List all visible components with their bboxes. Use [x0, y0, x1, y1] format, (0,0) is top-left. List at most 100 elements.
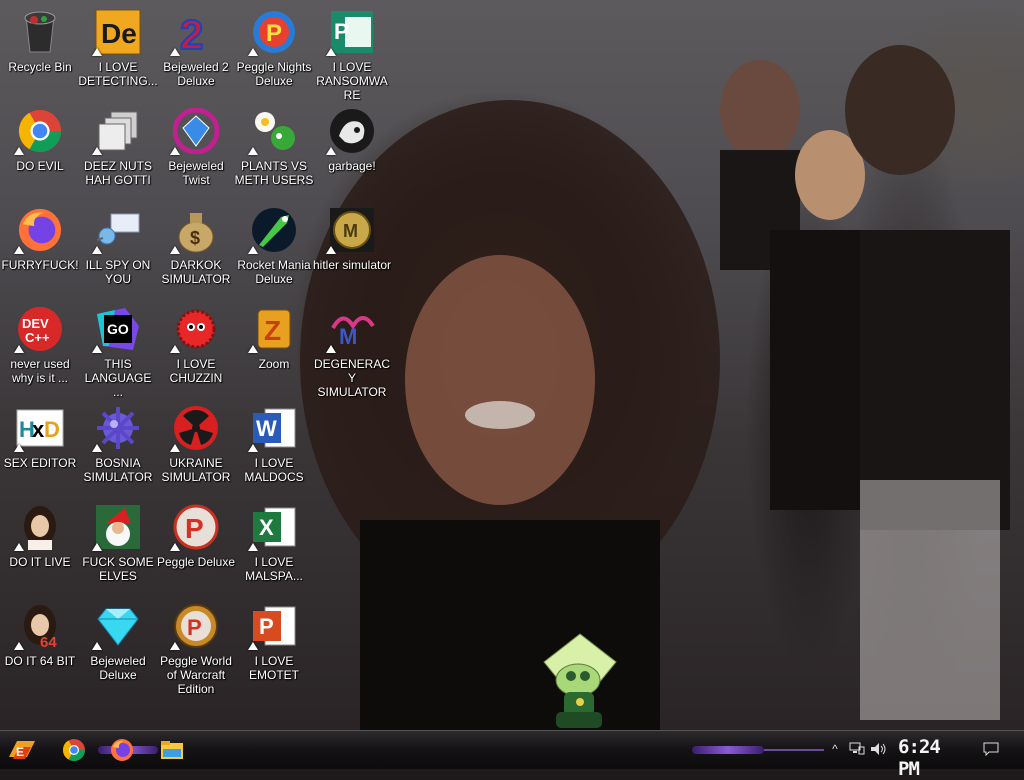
shortcut-arrow-icon — [92, 147, 102, 155]
desktop-icon-devcpp[interactable]: DEV C++ never used why is it ... — [0, 301, 80, 397]
firefox-icon — [111, 739, 133, 761]
desktop-icon-degeneracy[interactable]: M DEGENERACY SIMULATOR — [312, 301, 392, 399]
desktop-icon-label: Bejeweled 2 Deluxe — [163, 60, 229, 88]
svg-text:X: X — [259, 515, 274, 540]
desktop-icon-rocket-mania[interactable]: Rocket Mania Deluxe — [234, 202, 314, 298]
shortcut-arrow-icon — [14, 345, 24, 353]
desktop-icon-label: I LOVE MALDOCS — [244, 456, 304, 484]
start-button[interactable]: E — [4, 735, 40, 765]
desktop-icon-money-bag[interactable]: $ DARKOK SIMULATOR — [156, 202, 236, 298]
desktop-icon-windows-stack[interactable]: DEEZ NUTS HAH GOTTI — [78, 103, 158, 199]
desktop-icon-peggle-wow[interactable]: P Peggle World of Warcraft Edition — [156, 598, 236, 696]
desktop-icon-label: DEEZ NUTS HAH GOTTI — [83, 159, 152, 187]
desktop-icon-label: DO IT LIVE — [9, 555, 71, 569]
desktop-icon-label: DEGENERACY SIMULATOR — [313, 357, 390, 399]
desktop-icon-zuma[interactable]: Z Zoom — [234, 301, 314, 397]
taskbar-chrome-button[interactable] — [56, 735, 92, 765]
shortcut-arrow-icon — [248, 147, 258, 155]
chrome-icon — [63, 739, 85, 761]
shortcut-arrow-icon — [14, 444, 24, 452]
desktop-icon-label: Peggle Nights Deluxe — [236, 60, 312, 88]
desktop-icon-label: Recycle Bin — [8, 60, 72, 74]
desktop-icon-bejeweled2[interactable]: 2 Bejeweled 2 Deluxe — [156, 4, 236, 100]
shortcut-arrow-icon — [92, 246, 102, 254]
taskbar-decoration-bar — [692, 746, 764, 754]
desktop-icon-powerpoint[interactable]: P I LOVE EMOTET — [234, 598, 314, 694]
shortcut-arrow-icon — [14, 147, 24, 155]
svg-text:M: M — [343, 221, 358, 241]
shortcut-arrow-icon — [248, 246, 258, 254]
taskbar-clock[interactable]: 6:24 PM — [898, 736, 968, 780]
desktop-icon-excel[interactable]: X I LOVE MALSPA... — [234, 499, 314, 595]
svg-text:2: 2 — [180, 11, 203, 55]
desktop-icon-label: FUCK SOME ELVES — [82, 555, 154, 583]
desktop-icon-garbage[interactable]: garbage! — [312, 103, 392, 199]
svg-text:GO: GO — [107, 321, 129, 337]
desktop-icon-plants[interactable]: PLANTS VS METH USERS — [234, 103, 314, 199]
desktop-icon-label: Zoom — [258, 357, 290, 371]
desktop-icon-firefox[interactable]: FURRYFUCK! — [0, 202, 80, 298]
notification-icon[interactable] — [982, 742, 1000, 756]
shortcut-arrow-icon — [170, 147, 180, 155]
peridot-mascot[interactable] — [538, 632, 622, 730]
desktop-icon-mine[interactable]: BOSNIA SIMULATOR — [78, 400, 158, 496]
desktop-icon-label: DO EVIL — [16, 159, 64, 173]
desktop-icon-santa[interactable]: FUCK SOME ELVES — [78, 499, 158, 595]
shortcut-arrow-icon — [14, 246, 24, 254]
desktop-icon-hxd[interactable]: Hx D SEX EDITOR — [0, 400, 80, 496]
desktop-icon-label: DARKOK SIMULATOR — [161, 258, 231, 286]
desktop-icon-label: DO IT 64 BIT — [4, 654, 76, 668]
desktop-icon-coin[interactable]: Mhitler simulator — [312, 202, 392, 298]
svg-text:P: P — [185, 513, 204, 544]
desktop-icon-peggle[interactable]: P Peggle Deluxe — [156, 499, 236, 595]
svg-text:64: 64 — [40, 634, 57, 649]
file-explorer-icon — [161, 741, 183, 759]
desktop-icon-label: Peggle World of Warcraft Edition — [160, 654, 232, 696]
desktop-icon-label: I LOVE MALSPA... — [245, 555, 303, 583]
svg-text:C++: C++ — [25, 330, 50, 345]
network-icon[interactable] — [848, 742, 866, 756]
shortcut-arrow-icon — [170, 642, 180, 650]
start-icon: E — [9, 741, 35, 759]
desktop-icon-radiation[interactable]: UKRAINE SIMULATOR — [156, 400, 236, 496]
svg-text:M: M — [339, 324, 357, 349]
desktop-icon-die[interactable]: De I LOVE DETECTING... — [78, 4, 158, 100]
desktop-icon-label: ILL SPY ON YOU — [85, 258, 151, 286]
svg-text:P: P — [187, 615, 202, 640]
shortcut-arrow-icon — [170, 48, 180, 56]
desktop-icon-portrait[interactable]: DO IT LIVE — [0, 499, 80, 595]
shortcut-arrow-icon — [326, 345, 336, 353]
desktop-icon-label: Rocket Mania Deluxe — [237, 258, 311, 286]
svg-text:De: De — [101, 18, 137, 49]
desktop-icon-label: PLANTS VS METH USERS — [234, 159, 314, 187]
recycle-bin-icon — [16, 8, 64, 56]
desktop-icon-chrome[interactable]: DO EVIL — [0, 103, 80, 199]
taskbar-firefox-button[interactable] — [104, 735, 140, 765]
shortcut-arrow-icon — [248, 444, 258, 452]
desktop-icon-label: FURRYFUCK! — [1, 258, 79, 272]
desktop-icon-spy[interactable]: ILL SPY ON YOU — [78, 202, 158, 298]
shortcut-arrow-icon — [248, 543, 258, 551]
desktop-icon-bejeweled-twist[interactable]: Bejeweled Twist — [156, 103, 236, 199]
svg-text:D: D — [44, 417, 60, 442]
tray-overflow-chevron[interactable]: ^ — [826, 742, 844, 756]
shortcut-arrow-icon — [14, 642, 24, 650]
desktop-icon-label: UKRAINE SIMULATOR — [161, 456, 231, 484]
desktop-icon-label: Bejeweled Twist — [168, 159, 224, 187]
desktop-icon-portrait64[interactable]: 64 DO IT 64 BIT — [0, 598, 80, 694]
desktop-icon-diamond[interactable]: Bejeweled Deluxe — [78, 598, 158, 694]
shortcut-arrow-icon — [170, 543, 180, 551]
desktop-icon-label: hitler simulator — [312, 258, 392, 272]
desktop-icon-recycle-bin[interactable]: Recycle Bin — [0, 4, 80, 100]
desktop-icon-peggle-nights[interactable]: P Peggle Nights Deluxe — [234, 4, 314, 100]
volume-icon[interactable] — [870, 742, 888, 756]
desktop-icon-goland[interactable]: GO THIS LANGUAGE ... — [78, 301, 158, 399]
shortcut-arrow-icon — [170, 444, 180, 452]
taskbar-explorer-button[interactable] — [154, 735, 190, 765]
desktop-icon-label: garbage! — [328, 159, 376, 173]
desktop-icon-word[interactable]: W I LOVE MALDOCS — [234, 400, 314, 496]
desktop-icon-chuzzle[interactable]: I LOVE CHUZZIN — [156, 301, 236, 397]
desktop-icon-label: I LOVE RANSOMWARE — [316, 60, 388, 102]
desktop-icon-publisher[interactable]: P I LOVE RANSOMWARE — [312, 4, 392, 102]
svg-text:P: P — [334, 19, 349, 44]
